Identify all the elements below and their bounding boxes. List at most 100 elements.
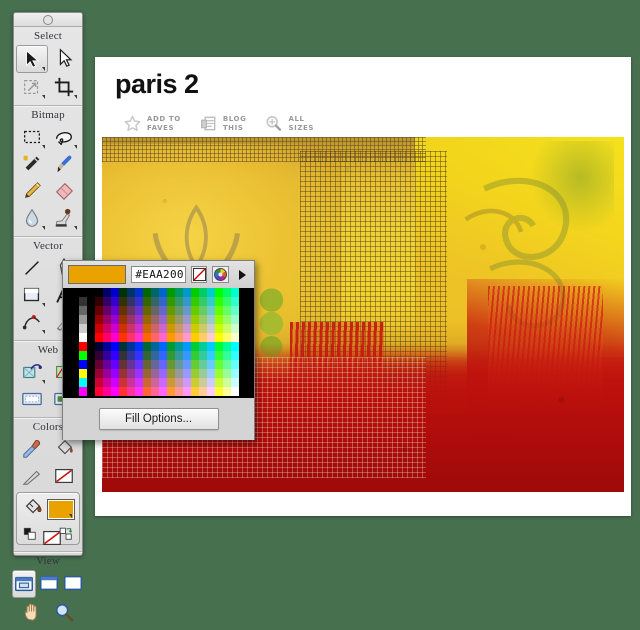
swatch[interactable] [190, 315, 199, 324]
color-wheel-button[interactable] [212, 266, 229, 283]
swatch[interactable] [158, 297, 167, 306]
swatch[interactable] [134, 306, 143, 315]
swatch[interactable] [126, 324, 135, 333]
swatch[interactable] [182, 387, 191, 396]
swatch[interactable] [230, 351, 239, 360]
swatch[interactable] [126, 315, 135, 324]
swatch[interactable] [110, 342, 119, 351]
stroke-none-swatch[interactable] [49, 463, 79, 489]
panel-collapse-dot[interactable] [43, 14, 53, 25]
swatch[interactable] [118, 378, 127, 387]
swatch[interactable] [174, 306, 183, 315]
swatch[interactable] [222, 306, 231, 315]
swatch[interactable] [222, 333, 231, 342]
swatch[interactable] [166, 324, 175, 333]
swatch[interactable] [222, 369, 231, 378]
swatch[interactable] [198, 315, 207, 324]
swatch[interactable] [110, 324, 119, 333]
swatch[interactable] [198, 342, 207, 351]
swatch[interactable] [174, 351, 183, 360]
swatch[interactable] [94, 315, 103, 324]
swatch[interactable] [214, 315, 223, 324]
swatch[interactable] [158, 351, 167, 360]
swatch[interactable] [134, 297, 143, 306]
swatch[interactable] [230, 378, 239, 387]
swatch[interactable] [190, 324, 199, 333]
swatch[interactable] [230, 387, 239, 396]
swatch[interactable] [118, 333, 127, 342]
freeform-tool[interactable] [17, 309, 47, 335]
swatch[interactable] [110, 369, 119, 378]
swatch[interactable] [110, 333, 119, 342]
swatch[interactable] [142, 288, 151, 297]
swatch[interactable] [134, 333, 143, 342]
swatch[interactable] [102, 351, 111, 360]
swatch[interactable] [182, 324, 191, 333]
swatch[interactable] [190, 387, 199, 396]
swatch[interactable] [110, 378, 119, 387]
swatch-grid[interactable] [78, 288, 239, 396]
hand-tool[interactable] [17, 599, 47, 625]
swatch[interactable] [142, 324, 151, 333]
swatch[interactable] [190, 306, 199, 315]
hide-slices-button[interactable] [17, 386, 47, 412]
swatch[interactable] [94, 324, 103, 333]
swatch[interactable] [118, 306, 127, 315]
swatch[interactable] [206, 297, 215, 306]
swatch[interactable] [190, 333, 199, 342]
swatch[interactable] [142, 342, 151, 351]
swatch[interactable] [110, 288, 119, 297]
swatch[interactable] [78, 351, 87, 360]
swatch[interactable] [118, 297, 127, 306]
subselection-tool[interactable] [50, 45, 80, 71]
swatch[interactable] [190, 288, 199, 297]
tool-menu-triangle-icon[interactable] [74, 145, 77, 149]
swatch[interactable] [182, 333, 191, 342]
swatch[interactable] [102, 342, 111, 351]
swatch[interactable] [174, 342, 183, 351]
swatch[interactable] [126, 306, 135, 315]
eyedropper-tool[interactable] [17, 436, 47, 462]
swatch[interactable] [174, 378, 183, 387]
swatch[interactable] [166, 378, 175, 387]
swatch[interactable] [222, 324, 231, 333]
swatch[interactable] [150, 342, 159, 351]
current-color-swatch[interactable] [68, 265, 127, 284]
swatch[interactable] [134, 324, 143, 333]
swatch[interactable] [150, 360, 159, 369]
swatch[interactable] [94, 342, 103, 351]
swatch[interactable] [214, 351, 223, 360]
swatch[interactable] [222, 387, 231, 396]
swatch[interactable] [214, 333, 223, 342]
swatch[interactable] [102, 324, 111, 333]
swatch[interactable] [206, 360, 215, 369]
swatch[interactable] [142, 351, 151, 360]
swatch[interactable] [190, 369, 199, 378]
tool-menu-triangle-icon[interactable] [42, 330, 45, 334]
swatch[interactable] [150, 351, 159, 360]
swatch[interactable] [78, 306, 87, 315]
swatch[interactable] [158, 333, 167, 342]
fill-color-control[interactable] [16, 492, 80, 546]
swatch[interactable] [94, 288, 103, 297]
swatch[interactable] [118, 342, 127, 351]
swatch[interactable] [214, 288, 223, 297]
swatch[interactable] [78, 342, 87, 351]
swatch[interactable] [190, 342, 199, 351]
swatch[interactable] [158, 360, 167, 369]
rubber-stamp-tool[interactable] [49, 205, 79, 231]
swatch[interactable] [134, 351, 143, 360]
swatch[interactable] [214, 297, 223, 306]
swatch[interactable] [134, 288, 143, 297]
swatch[interactable] [78, 360, 87, 369]
swatch[interactable] [230, 342, 239, 351]
no-fill-button[interactable] [41, 527, 61, 546]
swatch[interactable] [182, 369, 191, 378]
swatch[interactable] [102, 369, 111, 378]
swatch[interactable] [134, 387, 143, 396]
swatch[interactable] [230, 324, 239, 333]
swatch[interactable] [142, 369, 151, 378]
swatch[interactable] [150, 297, 159, 306]
no-color-button[interactable] [191, 266, 208, 283]
swatch[interactable] [222, 342, 231, 351]
